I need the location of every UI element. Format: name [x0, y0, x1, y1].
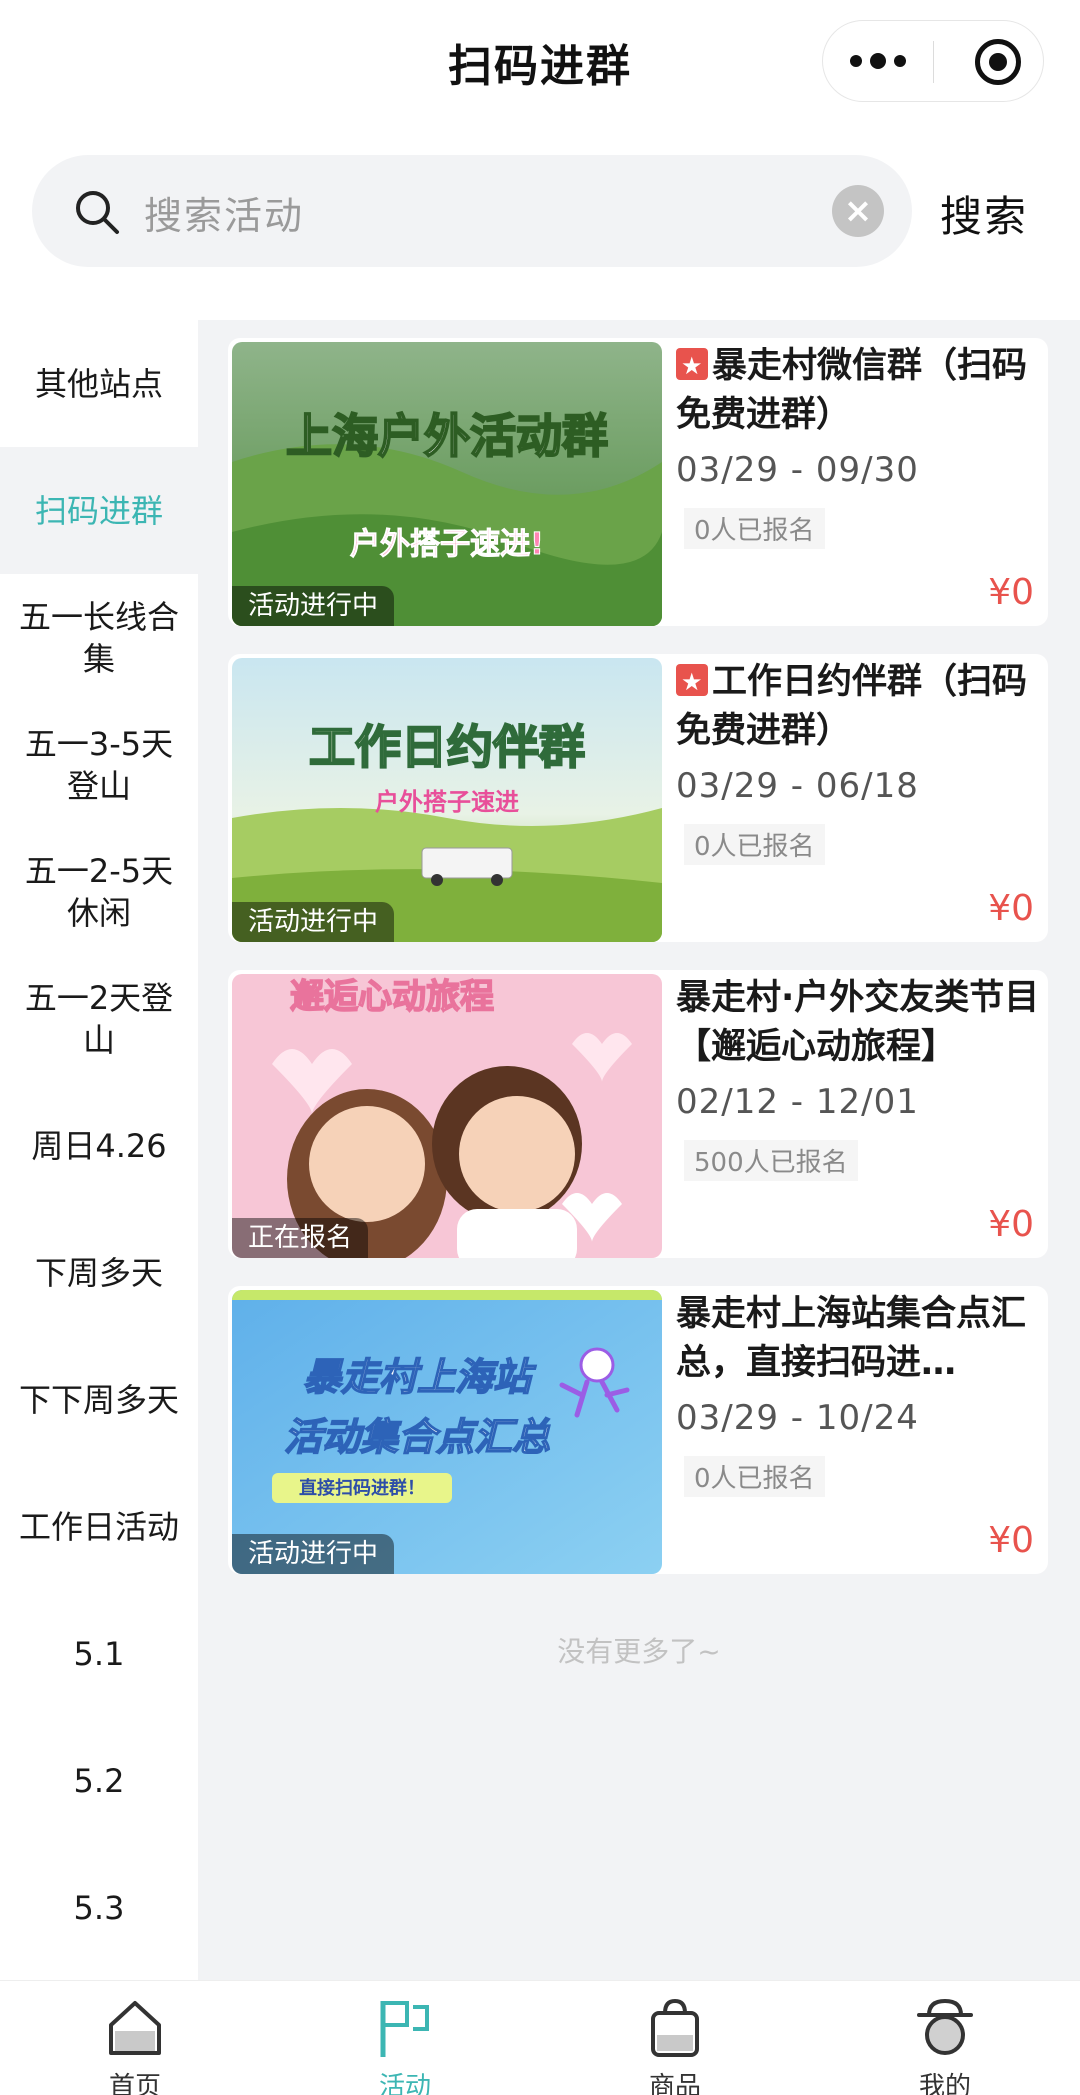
status-badge: 活动进行中	[232, 902, 395, 942]
search-button[interactable]: 搜索	[940, 183, 1028, 244]
mini-program-capsule	[822, 20, 1044, 102]
sidebar-item-weekday[interactable]: 工作日活动	[0, 1463, 198, 1590]
sidebar-item-may-day-3-5-hiking[interactable]: 五一3-5天登山	[0, 701, 198, 828]
flag-icon	[380, 2001, 429, 2057]
cover-title-text: 暴走村上海站	[303, 1355, 537, 1399]
header-bar: 扫码进群	[0, 0, 1080, 125]
search-row: 搜索活动 × 搜索	[0, 125, 1080, 320]
sidebar-item-week-after[interactable]: 下下周多天	[0, 1336, 198, 1463]
cover-title-text-2: 活动集合点汇总	[284, 1415, 550, 1459]
profile-icon	[917, 1998, 973, 2055]
search-icon	[76, 191, 119, 234]
list-end-text: 没有更多了~	[557, 1635, 721, 1668]
status-badge: 正在报名	[232, 1218, 369, 1258]
clear-search-icon[interactable]: ×	[832, 185, 884, 237]
activity-date-range: 03/29 - 09/30	[676, 450, 919, 490]
sidebar-item-5-1[interactable]: 5.1	[0, 1590, 198, 1717]
tab-home-label: 首页	[108, 2072, 161, 2095]
featured-star-icon	[676, 342, 708, 391]
activity-title: 暴走村微信群（扫码免费进群）	[676, 342, 1046, 440]
cover-title-text: 邂逅心动旅程	[290, 977, 494, 1017]
activity-title: 暴走村上海站集合点汇总，直接扫码进…	[676, 1294, 1027, 1383]
more-menu-icon[interactable]	[823, 21, 933, 101]
sidebar-item-5-3[interactable]: 5.3	[0, 1844, 198, 1971]
activity-price: ¥0	[988, 1520, 1034, 1561]
activity-cover-image: 上海户外活动群 户外搭子速进! 活动进行中	[232, 342, 662, 626]
sidebar-item-scan-join-group[interactable]: 扫码进群	[0, 447, 198, 574]
status-badge: 活动进行中	[232, 586, 395, 626]
sidebar-item-next-week[interactable]: 下周多天	[0, 1209, 198, 1336]
activity-card[interactable]: 邂逅心动旅程 正在报名 暴走村·户外交友类节目【邂逅心动旅程】 02/12 - …	[228, 970, 1048, 1258]
sidebar-item-may-day-2-hiking[interactable]: 五一2天登山	[0, 955, 198, 1082]
tab-profile[interactable]: 我的	[810, 1981, 1080, 2095]
bottom-tab-bar: 首页 活动 商品 我的	[0, 1980, 1080, 2095]
activity-title: 暴走村·户外交友类节目【邂逅心动旅程】	[676, 978, 1040, 1067]
sidebar-item-sunday[interactable]: 周日4.26	[0, 1082, 198, 1209]
signup-count: 500人已报名	[684, 1140, 858, 1181]
cover-title-text: 上海户外活动群	[286, 409, 608, 463]
home-icon	[109, 2001, 161, 2055]
activity-price: ¥0	[988, 888, 1034, 929]
tab-products[interactable]: 商品	[540, 1981, 810, 2095]
signup-count: 0人已报名	[684, 824, 825, 865]
featured-star-icon	[676, 658, 708, 707]
sidebar-item-other-sites[interactable]: 其他站点	[0, 320, 198, 447]
capsule-divider	[933, 41, 934, 83]
bag-icon	[651, 1998, 699, 2057]
activity-price: ¥0	[988, 1204, 1034, 1245]
activity-card[interactable]: 工作日约伴群 户外搭子速进 活动进行中 工作日约伴群（扫码免费进群） 03/29…	[228, 654, 1048, 942]
tab-activities[interactable]: 活动	[270, 1981, 540, 2095]
tab-home[interactable]: 首页	[0, 1981, 270, 2095]
signup-count: 0人已报名	[684, 1456, 825, 1497]
signup-count: 0人已报名	[684, 508, 825, 549]
activity-card[interactable]: 上海户外活动群 户外搭子速进! 活动进行中 暴走村微信群（扫码免费进群） 03/…	[228, 338, 1048, 626]
tab-profile-label: 我的	[918, 2072, 971, 2095]
sidebar-item-may-day-2-5-leisure[interactable]: 五一2-5天休闲	[0, 828, 198, 955]
category-sidebar: 其他站点 扫码进群 五一长线合集 五一3-5天登山 五一2-5天休闲 五一2天登…	[0, 320, 198, 1980]
search-placeholder: 搜索活动	[144, 194, 305, 238]
cover-subtitle-text: 直接扫码进群！	[299, 1477, 425, 1499]
tab-products-label: 商品	[648, 2072, 701, 2095]
close-program-icon[interactable]	[975, 39, 1021, 85]
activity-cover-image: 邂逅心动旅程 正在报名	[232, 974, 662, 1258]
status-badge: 活动进行中	[232, 1534, 395, 1574]
activity-card[interactable]: 暴走村上海站 活动集合点汇总 直接扫码进群！ 活动进行中 暴走村上海站集合点汇总…	[228, 1286, 1048, 1574]
cover-subtitle-text: 户外搭子速进	[375, 788, 519, 816]
activity-cover-image: 暴走村上海站 活动集合点汇总 直接扫码进群！ 活动进行中	[232, 1290, 662, 1574]
sidebar-item-5-2[interactable]: 5.2	[0, 1717, 198, 1844]
activity-list: 上海户外活动群 户外搭子速进! 活动进行中 暴走村微信群（扫码免费进群） 03/…	[198, 320, 1080, 1980]
activity-title: 工作日约伴群（扫码免费进群）	[676, 658, 1046, 756]
tab-activities-label: 活动	[378, 2072, 431, 2095]
activity-date-range: 02/12 - 12/01	[676, 1082, 919, 1122]
search-input[interactable]: 搜索活动 ×	[32, 155, 912, 267]
activity-date-range: 03/29 - 10/24	[676, 1398, 919, 1438]
activity-cover-image: 工作日约伴群 户外搭子速进 活动进行中	[232, 658, 662, 942]
activity-date-range: 03/29 - 06/18	[676, 766, 919, 806]
activity-price: ¥0	[988, 572, 1034, 613]
cover-title-text: 工作日约伴群	[309, 720, 585, 774]
sidebar-item-may-day-long[interactable]: 五一长线合集	[0, 574, 198, 701]
cover-subtitle-text: 户外搭子速进!	[350, 527, 544, 562]
